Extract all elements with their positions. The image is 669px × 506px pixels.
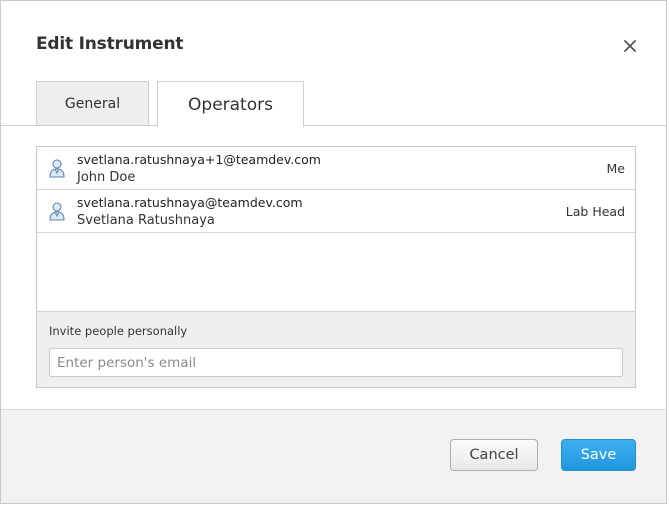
operator-name: Svetlana Ratushnaya	[77, 213, 215, 228]
tab-general-label: General	[64, 95, 121, 112]
operator-email: svetlana.ratushnaya+1@teamdev.com	[77, 152, 321, 167]
operator-row[interactable]: svetlana.ratushnaya+1@teamdev.com John D…	[37, 147, 635, 190]
operator-name: John Doe	[77, 170, 136, 185]
dialog-footer: Cancel Save	[1, 409, 666, 503]
tab-operators[interactable]: Operators	[157, 81, 304, 127]
operator-email: svetlana.ratushnaya@teamdev.com	[77, 195, 303, 210]
operator-role: Lab Head	[565, 204, 625, 219]
user-avatar-icon	[48, 201, 66, 221]
close-icon[interactable]	[619, 35, 641, 57]
cancel-button[interactable]: Cancel	[450, 439, 538, 471]
invite-label: Invite people personally	[49, 324, 188, 338]
operators-panel: svetlana.ratushnaya+1@teamdev.com John D…	[36, 146, 636, 388]
invite-email-input[interactable]	[49, 348, 623, 377]
save-button[interactable]: Save	[561, 439, 636, 471]
tab-general[interactable]: General	[36, 81, 149, 125]
tabs-divider	[1, 125, 666, 126]
dialog-title: Edit Instrument	[36, 34, 184, 54]
operator-row[interactable]: svetlana.ratushnaya@teamdev.com Svetlana…	[37, 190, 635, 233]
tab-operators-label: Operators	[188, 94, 273, 115]
user-avatar-icon	[48, 158, 66, 178]
invite-section: Invite people personally	[37, 311, 635, 387]
operator-role: Me	[606, 161, 625, 176]
edit-instrument-dialog: Edit Instrument General Operators svetla…	[0, 0, 667, 504]
